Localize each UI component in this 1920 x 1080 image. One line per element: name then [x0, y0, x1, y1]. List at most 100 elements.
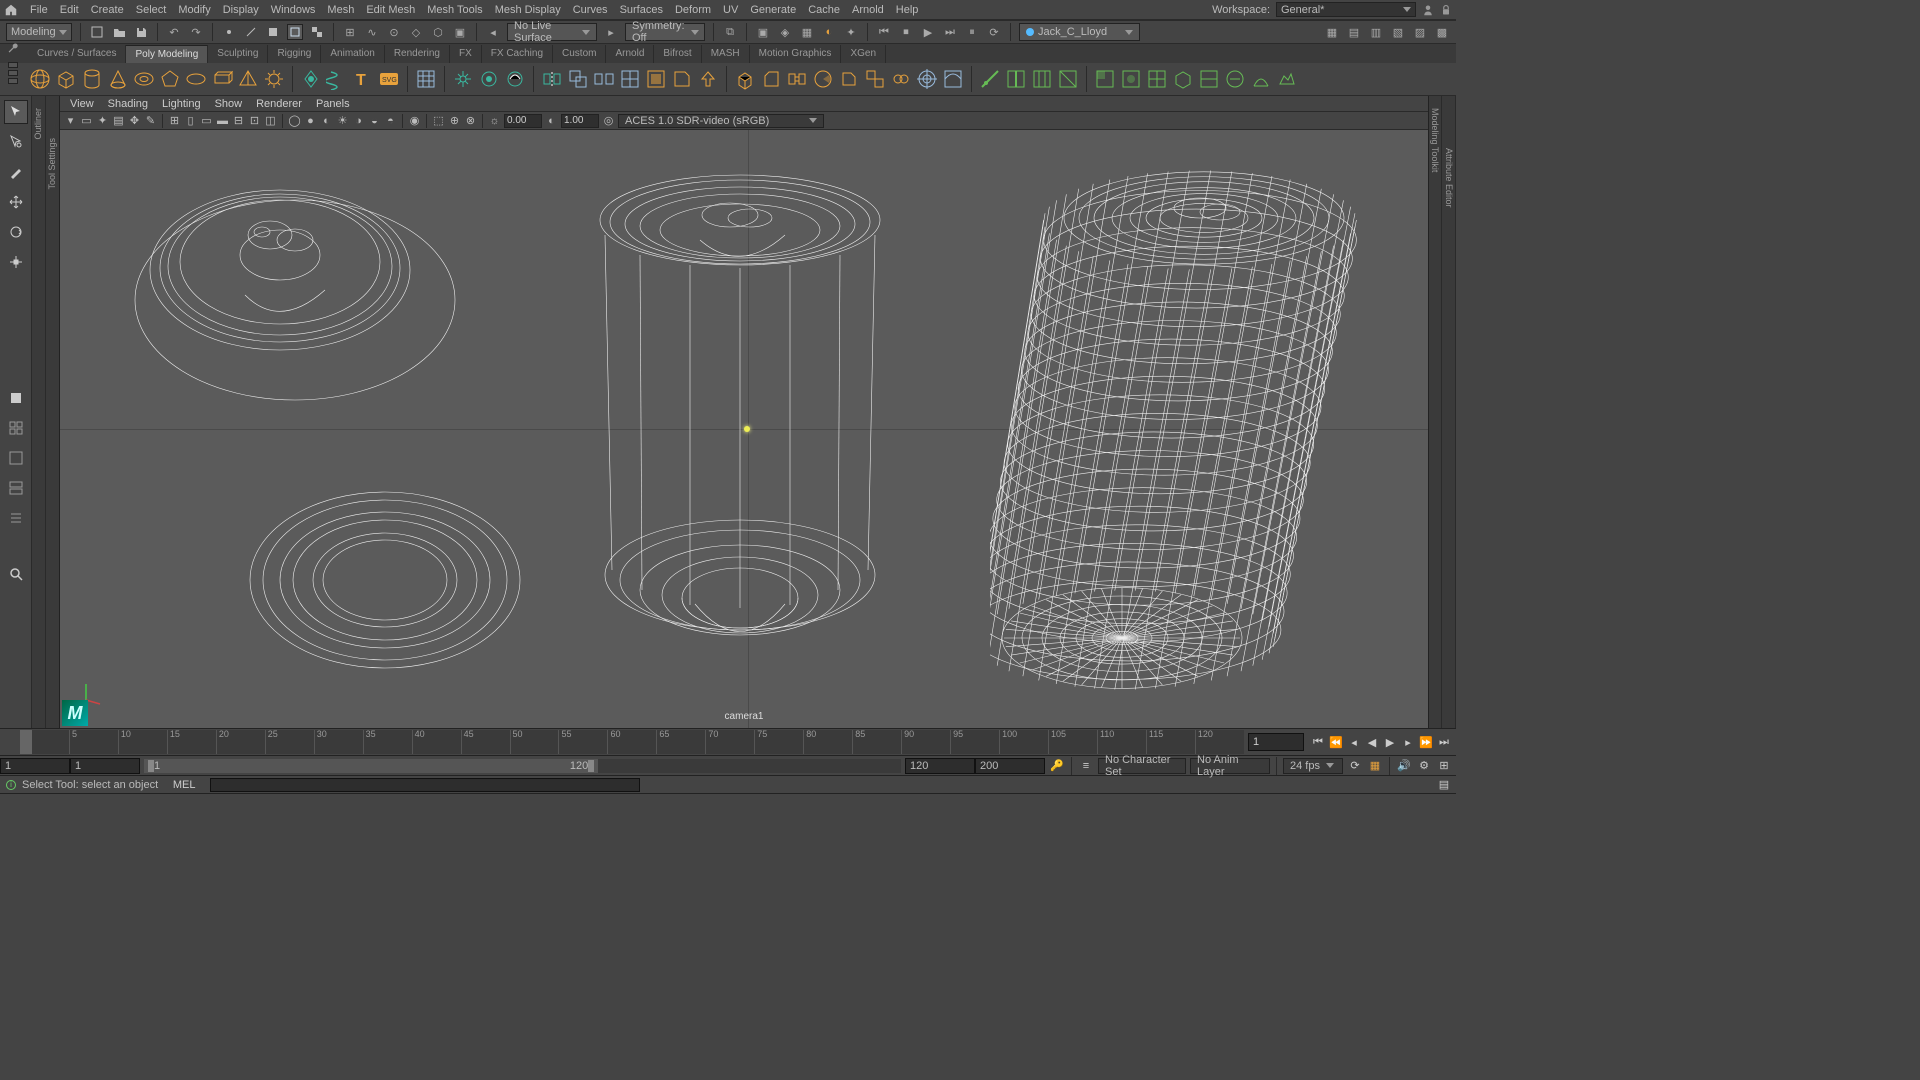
layout-grid-icon[interactable] — [4, 416, 28, 440]
shelf-tab-arnold[interactable]: Arnold — [606, 45, 654, 63]
menu-cache[interactable]: Cache — [808, 4, 840, 16]
render-ipr-icon[interactable]: ◈ — [777, 24, 793, 40]
shelf-insertEdge[interactable] — [1004, 67, 1028, 91]
modeling-toolkit-tab[interactable]: Modeling Toolkit — [1428, 96, 1442, 728]
res-gate-icon[interactable]: ▭ — [200, 114, 213, 127]
shelf-polyDisc[interactable] — [184, 67, 208, 91]
isolate-icon[interactable]: ◉ — [408, 114, 421, 127]
shelf-polyCone[interactable] — [106, 67, 130, 91]
shelf-tab-sculpting[interactable]: Sculpting — [208, 45, 268, 63]
shelf-tab-rigging[interactable]: Rigging — [268, 45, 321, 63]
snap-point-icon[interactable]: ⊙ — [386, 24, 402, 40]
gamma-icon[interactable]: ◐ — [545, 114, 558, 127]
shelf-polySphere[interactable] — [28, 67, 52, 91]
fps-select[interactable]: 24 fps — [1283, 758, 1343, 774]
toggle-ui-6-icon[interactable]: ▩ — [1434, 24, 1450, 40]
sel-face-icon[interactable] — [265, 24, 281, 40]
go-start-icon[interactable]: ⏮ — [1310, 734, 1326, 750]
field-chart-icon[interactable]: ⊟ — [232, 114, 245, 127]
shelf-wedge[interactable] — [811, 67, 835, 91]
cam-select-icon[interactable]: ▾ — [64, 114, 77, 127]
snap-view-icon[interactable]: ▣ — [452, 24, 468, 40]
shelf-helix[interactable] — [325, 67, 349, 91]
shelf-smooth[interactable] — [941, 67, 965, 91]
shelf-quad5[interactable] — [1197, 67, 1221, 91]
panel-menu-panels[interactable]: Panels — [316, 98, 350, 110]
menu-deform[interactable]: Deform — [675, 4, 711, 16]
bookmark-icon[interactable]: ✦ — [96, 114, 109, 127]
shelf-bevel[interactable] — [759, 67, 783, 91]
2d-pan-icon[interactable]: ✥ — [128, 114, 141, 127]
shelf-polyTorus[interactable] — [132, 67, 156, 91]
shelf-collapse[interactable] — [696, 67, 720, 91]
shelf-tab-bifrost[interactable]: Bifrost — [654, 45, 701, 63]
lasso-tool[interactable] — [4, 130, 28, 154]
time-scrub[interactable]: 1510152025303540455055606570758085909510… — [20, 730, 1244, 754]
toggle-ui-5-icon[interactable]: ▨ — [1412, 24, 1428, 40]
anim-prefs-icon[interactable]: ⊞ — [1436, 758, 1452, 774]
shelf-merge[interactable] — [889, 67, 913, 91]
command-input[interactable] — [210, 778, 640, 792]
sel-edge-icon[interactable] — [243, 24, 259, 40]
toggle-ui-2-icon[interactable]: ▤ — [1346, 24, 1362, 40]
xray-joints-icon[interactable]: ⊕ — [448, 114, 461, 127]
menu-meshtools[interactable]: Mesh Tools — [427, 4, 482, 16]
shelf-append[interactable] — [670, 67, 694, 91]
render-settings-icon[interactable]: ◐ — [821, 24, 837, 40]
shelf-polyPyramid[interactable] — [236, 67, 260, 91]
step-back-key-icon[interactable]: ⏪ — [1328, 734, 1344, 750]
grease-icon[interactable]: ✎ — [144, 114, 157, 127]
menu-set-select[interactable]: Modeling — [6, 23, 72, 41]
symmetry-select[interactable]: Symmetry: Off — [625, 23, 705, 41]
menu-help[interactable]: Help — [896, 4, 919, 16]
shelf-editor-icon[interactable] — [6, 42, 20, 56]
go-end-icon[interactable]: ⏭ — [1436, 734, 1452, 750]
search-tool[interactable] — [4, 562, 28, 586]
time-playhead[interactable] — [20, 730, 32, 754]
viewport-3d[interactable]: camera1 M — [60, 130, 1428, 728]
open-scene-icon[interactable] — [111, 24, 127, 40]
shelf-tab-rendering[interactable]: Rendering — [385, 45, 450, 63]
wireframe-icon[interactable]: ◯ — [288, 114, 301, 127]
render-light-icon[interactable]: ✦ — [843, 24, 859, 40]
shelf-target[interactable] — [915, 67, 939, 91]
shelf-quad6[interactable] — [1223, 67, 1247, 91]
menu-windows[interactable]: Windows — [271, 4, 316, 16]
render-seq-icon[interactable]: ▦ — [799, 24, 815, 40]
film-gate-icon[interactable]: ▯ — [184, 114, 197, 127]
snap-toggle-icon[interactable] — [4, 386, 28, 410]
menu-mesh[interactable]: Mesh — [327, 4, 354, 16]
panel-menu-renderer[interactable]: Renderer — [256, 98, 302, 110]
playblast-stop-icon[interactable]: ⏹ — [898, 24, 914, 40]
menu-file[interactable]: File — [30, 4, 48, 16]
toggle-ui-4-icon[interactable]: ▧ — [1390, 24, 1406, 40]
shelf-chamfer[interactable] — [837, 67, 861, 91]
sel-object-icon[interactable] — [287, 24, 303, 40]
shelf-extrude[interactable] — [733, 67, 757, 91]
shelf-fill[interactable] — [644, 67, 668, 91]
shelf-tab-animation[interactable]: Animation — [321, 45, 384, 63]
shelf-connect[interactable] — [1056, 67, 1080, 91]
shelf-quad2[interactable] — [1119, 67, 1143, 91]
shelf-detach[interactable] — [863, 67, 887, 91]
rotate-tool[interactable] — [4, 220, 28, 244]
loop-icon[interactable]: ⟳ — [1347, 758, 1363, 774]
layout-split-h-icon[interactable] — [4, 476, 28, 500]
outliner-tab[interactable]: Outliner — [32, 96, 46, 728]
shelf-polyGear[interactable] — [262, 67, 286, 91]
exposure-icon[interactable]: ☼ — [488, 114, 501, 127]
shelf-tab-mash[interactable]: MASH — [702, 45, 750, 63]
shelf-tab-poly-modeling[interactable]: Poly Modeling — [126, 45, 208, 63]
playblast-next-icon[interactable]: ⏭ — [942, 24, 958, 40]
shelf-tab-custom[interactable]: Custom — [553, 45, 606, 63]
playblast-play-icon[interactable]: ▶ — [920, 24, 936, 40]
textured-icon[interactable]: ◐ — [320, 114, 333, 127]
shelf-polyPrism[interactable] — [210, 67, 234, 91]
motion-blur-icon[interactable]: ◓ — [384, 114, 397, 127]
new-scene-icon[interactable] — [89, 24, 105, 40]
shelf-tab-fx-caching[interactable]: FX Caching — [482, 45, 553, 63]
workspace-select[interactable]: General* — [1276, 2, 1416, 17]
shelf-tab-fx[interactable]: FX — [450, 45, 482, 63]
playblast-prev-icon[interactable]: ⏮ — [876, 24, 892, 40]
img-plane-icon[interactable]: ▤ — [112, 114, 125, 127]
